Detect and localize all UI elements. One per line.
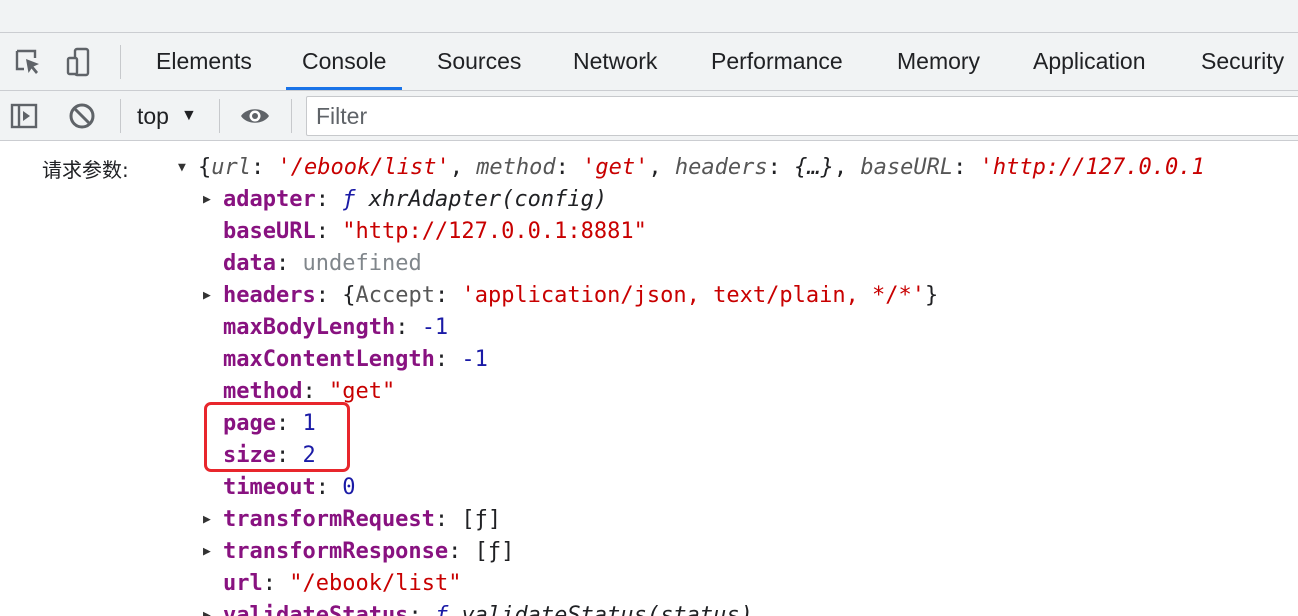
device-toolbar-icon[interactable] <box>62 45 96 79</box>
collapsed-triangle-icon: ▶ <box>203 511 211 527</box>
tabbar-separator <box>120 45 121 79</box>
toolbar-separator <box>219 99 220 133</box>
expanded-triangle-icon: ▼ <box>178 159 186 175</box>
prop-transformResponse[interactable]: ▶ transformResponse: [ƒ] <box>203 535 514 567</box>
active-tab-indicator <box>286 87 403 90</box>
prop-maxContentLength: maxContentLength: -1 <box>223 346 488 372</box>
window-top-strip <box>0 0 1298 33</box>
prop-maxBodyLength: maxBodyLength: -1 <box>223 314 449 340</box>
prop-data: data: undefined <box>223 250 422 276</box>
filter-input[interactable] <box>306 96 1298 136</box>
highlight-box <box>204 402 350 472</box>
log-label: 请求参数: <box>42 158 129 182</box>
tab-sources[interactable]: Sources <box>437 33 521 90</box>
tab-security[interactable]: Security <box>1201 33 1284 90</box>
live-expression-eye-icon[interactable] <box>238 99 272 133</box>
tab-memory[interactable]: Memory <box>897 33 980 90</box>
toolbar-separator <box>120 99 121 133</box>
prop-validateStatus[interactable]: ▶ validateStatus: ƒ validateStatus(status… <box>203 599 753 616</box>
collapsed-triangle-icon: ▶ <box>203 287 211 303</box>
tab-console[interactable]: Console <box>286 33 403 90</box>
inspect-element-icon[interactable] <box>11 45 45 79</box>
clear-console-icon[interactable] <box>65 99 99 133</box>
prop-headers[interactable]: ▶ headers: {Accept: 'application/json, te… <box>203 279 938 311</box>
prop-baseURL: baseURL: "http://127.0.0.1:8881" <box>223 218 647 244</box>
context-selector[interactable]: top ▼ <box>137 99 197 133</box>
caret-down-icon: ▼ <box>180 107 197 124</box>
context-selector-label: top <box>137 102 169 129</box>
collapsed-triangle-icon: ▶ <box>203 191 211 207</box>
console-toolbar: top ▼ <box>0 91 1298 141</box>
collapsed-triangle-icon: ▶ <box>203 607 211 616</box>
devtools-tabbar: Elements Console Sources Network Perform… <box>0 33 1298 91</box>
collapsed-triangle-icon: ▶ <box>203 543 211 559</box>
console-output: 请求参数: ▼{url: '/ebook/list', method: 'get… <box>0 142 1298 616</box>
prop-adapter[interactable]: ▶ adapter: ƒ xhrAdapter(config) <box>203 183 607 215</box>
tab-elements[interactable]: Elements <box>156 33 252 90</box>
tab-network[interactable]: Network <box>573 33 657 90</box>
console-sidebar-icon[interactable] <box>7 99 41 133</box>
tab-console-label: Console <box>302 48 387 74</box>
toolbar-separator <box>291 99 292 133</box>
object-summary[interactable]: ▼{url: '/ebook/list', method: 'get', hea… <box>178 151 1205 183</box>
prop-transformRequest[interactable]: ▶ transformRequest: [ƒ] <box>203 503 501 535</box>
prop-timeout: timeout: 0 <box>223 474 356 500</box>
tab-application[interactable]: Application <box>1033 33 1146 90</box>
tab-performance[interactable]: Performance <box>711 33 843 90</box>
prop-url: url: "/ebook/list" <box>223 570 462 596</box>
